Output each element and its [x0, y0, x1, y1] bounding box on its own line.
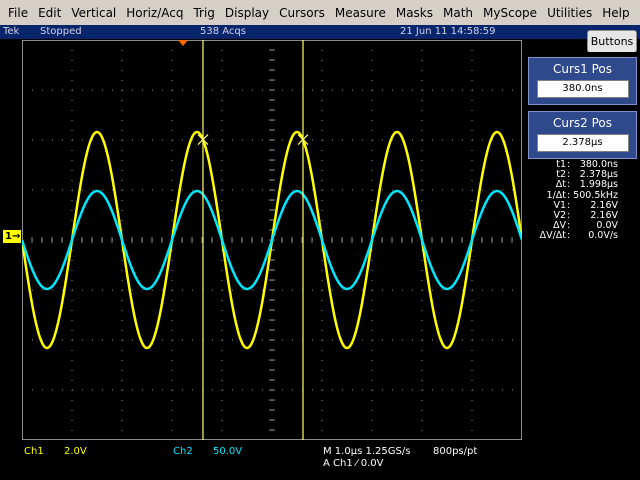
- ch2-scale: 50.0V: [213, 446, 243, 457]
- acquisition-state: Stopped: [40, 26, 82, 37]
- curs1-value-field[interactable]: 380.0ns: [536, 80, 629, 98]
- menu-myscope[interactable]: MyScope: [478, 6, 542, 20]
- menu-help[interactable]: Help: [597, 6, 634, 20]
- channel-info-bar: Ch1 2.0V Ch2 50.0V M 1.0μs 1.25GS/s 800p…: [0, 440, 640, 480]
- menu-math[interactable]: Math: [438, 6, 478, 20]
- status-bar: Tek Stopped 538 Acqs 21 Jun 11 14:58:59: [0, 25, 640, 39]
- resolution-readout: 800ps/pt: [433, 446, 478, 457]
- menu-cursors[interactable]: Cursors: [274, 6, 330, 20]
- readout-value: 0.0V/s: [588, 230, 618, 242]
- menu-vertical[interactable]: Vertical: [66, 6, 121, 20]
- brand-label: Tek: [3, 26, 20, 37]
- date-time: 21 Jun 11 14:58:59: [400, 26, 496, 37]
- menu-bar: File Edit Vertical Horiz/Acq Trig Display Curs…: [0, 0, 640, 25]
- ch1-ground-marker[interactable]: 1→: [3, 230, 21, 243]
- readout-colon: :: [567, 230, 571, 242]
- curs2-title: Curs2 Pos: [552, 116, 613, 130]
- acquisition-count: 538 Acqs: [200, 26, 246, 37]
- ch1-scale: 2.0V: [64, 446, 87, 457]
- readout-row: V1:2.16V: [522, 200, 640, 211]
- waveform-ch2: [20, 189, 524, 291]
- timebase-readout: M 1.0μs 1.25GS/s: [323, 446, 411, 457]
- waveform-display[interactable]: [20, 39, 524, 441]
- readout-row: ΔV/Δt: 0.0V/s: [522, 231, 640, 241]
- menu-file[interactable]: File: [0, 6, 33, 20]
- curs1-title: Curs1 Pos: [552, 62, 613, 76]
- menu-trig[interactable]: Trig: [188, 6, 219, 20]
- curs2-value-field[interactable]: 2.378μs: [536, 134, 629, 152]
- curs2-pos-control[interactable]: Curs2 Pos 2.378μs: [528, 111, 637, 159]
- readout-row: 1/Δt:500.5kHz: [522, 190, 640, 201]
- cursor-readout: t1:380.0ns t2:2.378μs Δt:1.998μs 1/Δt:500.5…: [522, 159, 640, 242]
- menu-measure[interactable]: Measure: [330, 6, 391, 20]
- ch1-label[interactable]: Ch1: [24, 446, 44, 457]
- menu-masks[interactable]: Masks: [391, 6, 438, 20]
- trigger-readout: A Ch1 ⁄ 0.0V: [323, 458, 384, 469]
- trigger-position-marker: [178, 40, 188, 46]
- readout-label: ΔV/Δt: [539, 230, 566, 242]
- readout-row: V2:2.16V: [522, 210, 640, 221]
- buttons-button[interactable]: Buttons: [587, 30, 637, 53]
- menu-utilities[interactable]: Utilities: [542, 6, 597, 20]
- waveform-svg: [20, 39, 524, 441]
- ch1-marker-label: 1: [5, 231, 12, 242]
- cursor-side-panel: Curs1 Pos 380.0ns Curs2 Pos 2.378μs t1:3…: [522, 52, 640, 440]
- menu-display[interactable]: Display: [220, 6, 274, 20]
- menu-edit[interactable]: Edit: [33, 6, 66, 20]
- menu-horizacq[interactable]: Horiz/Acq: [121, 6, 188, 20]
- curs1-pos-control[interactable]: Curs1 Pos 380.0ns: [528, 57, 637, 105]
- ch2-label[interactable]: Ch2: [173, 446, 193, 457]
